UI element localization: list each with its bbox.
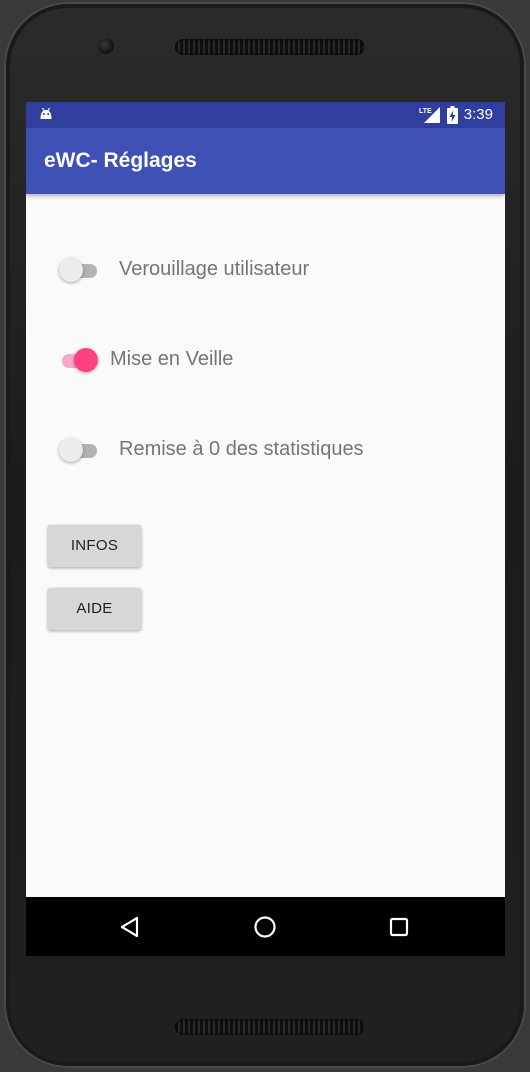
device-screen: LTE 3:39 eWC- Réglages Verouillage utili… — [26, 102, 505, 956]
battery-charging-icon — [446, 106, 458, 124]
user-lock-label: Verouillage utilisateur — [119, 258, 310, 280]
navigation-bar — [26, 897, 505, 956]
bottom-speaker — [175, 1019, 365, 1035]
status-time: 3:39 — [463, 106, 493, 123]
home-icon[interactable] — [250, 912, 280, 942]
earpiece-speaker — [175, 39, 365, 55]
status-icons: LTE 3:39 — [419, 106, 493, 124]
recents-icon[interactable] — [384, 912, 414, 942]
status-bar: LTE 3:39 — [26, 102, 505, 128]
setting-row-reset-stats: Remise à 0 des statistiques — [26, 431, 505, 471]
app-title: eWC- Réglages — [44, 149, 197, 172]
lte-signal-icon: LTE — [419, 107, 440, 123]
front-camera — [98, 38, 114, 54]
reset-stats-switch[interactable] — [59, 438, 99, 464]
setting-row-lock: Verouillage utilisateur — [26, 251, 505, 291]
standby-label: Mise en Veille — [110, 348, 234, 370]
user-lock-switch[interactable] — [59, 258, 99, 284]
setting-row-standby: Mise en Veille — [26, 341, 505, 381]
svg-text:LTE: LTE — [419, 108, 432, 115]
reset-stats-label: Remise à 0 des statistiques — [119, 438, 364, 460]
android-icon — [40, 107, 52, 119]
back-icon[interactable] — [115, 912, 145, 942]
switch-thumb — [74, 348, 98, 372]
aide-button[interactable]: AIDE — [48, 588, 141, 630]
switch-thumb — [59, 258, 83, 282]
app-bar: eWC- Réglages — [26, 128, 505, 194]
standby-switch[interactable] — [58, 348, 98, 374]
settings-content: Verouillage utilisateur Mise en Veille R… — [26, 194, 505, 897]
infos-button[interactable]: INFOS — [48, 525, 141, 567]
switch-thumb — [59, 438, 83, 462]
